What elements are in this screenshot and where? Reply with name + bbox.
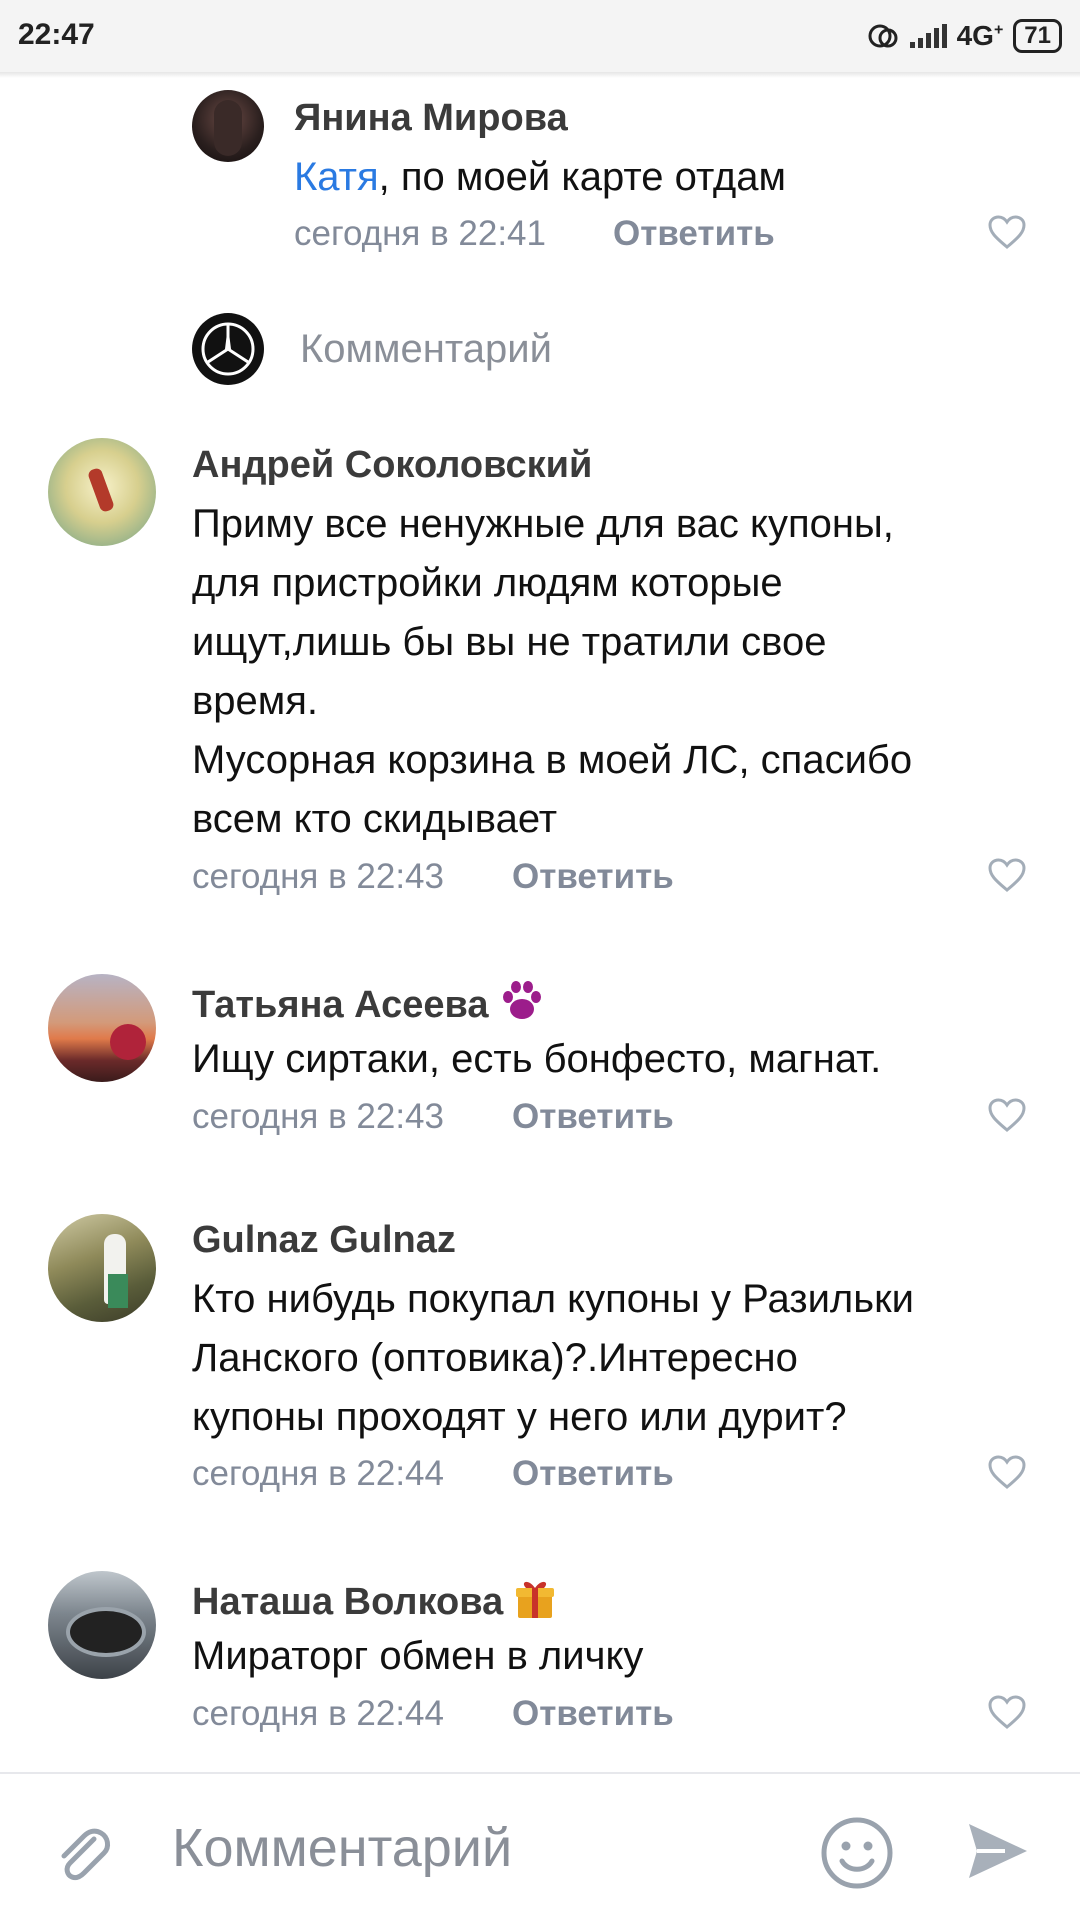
avatar[interactable] — [48, 1214, 156, 1322]
comment-text: Кто нибудь покупал купоны у Разильки Лан… — [192, 1277, 914, 1439]
reply-button[interactable]: Ответить — [512, 1694, 674, 1734]
avatar[interactable] — [192, 90, 264, 162]
reply-button[interactable]: Ответить — [613, 214, 775, 254]
avatar[interactable] — [48, 438, 156, 546]
comment-author[interactable]: Gulnaz Gulnaz — [192, 1219, 456, 1262]
like-heart-icon[interactable] — [987, 1097, 1027, 1133]
reply-button[interactable]: Ответить — [512, 857, 674, 897]
reply-button[interactable]: Ответить — [512, 1454, 674, 1494]
mention-link[interactable]: Катя — [294, 155, 379, 199]
gift-icon — [515, 1581, 554, 1618]
reply-comment-input[interactable]: Комментарий — [300, 327, 552, 372]
header-divider — [0, 72, 1080, 78]
status-bar: 22:47 4G+ 71 — [0, 0, 1080, 72]
emoji-smile-icon[interactable] — [820, 1816, 894, 1890]
like-heart-icon[interactable] — [987, 1694, 1027, 1730]
comment-text: Приму все ненужные для вас купоны, для п… — [192, 502, 913, 841]
avatar[interactable] — [48, 1571, 156, 1679]
star-logo-icon — [201, 322, 255, 376]
like-heart-icon[interactable] — [987, 1454, 1027, 1490]
comment-time: сегодня в 22:41 — [294, 214, 546, 253]
comment-time: сегодня в 22:44 — [192, 1694, 444, 1733]
comment-text: Мираторг обмен в личку — [192, 1634, 644, 1678]
comment-author[interactable]: Андрей Соколовский — [192, 444, 592, 487]
like-heart-icon[interactable] — [987, 857, 1027, 893]
comment-text: Катя, по моей карте отдам — [294, 155, 787, 199]
like-heart-icon[interactable] — [987, 214, 1027, 250]
network-type: 4G+ — [956, 20, 1004, 51]
battery-indicator: 71 — [1013, 19, 1062, 53]
comment-author[interactable]: Наташа Волкова — [192, 1576, 556, 1624]
comment-author[interactable]: Янина Мирова — [294, 97, 568, 140]
status-icons: 4G+ 71 — [866, 16, 1062, 56]
attach-paperclip-icon[interactable] — [48, 1819, 118, 1889]
comment-composer: Комментарий — [0, 1772, 1080, 1922]
comment-author[interactable]: Татьяна Асеева — [192, 979, 545, 1027]
reply-button[interactable]: Ответить — [512, 1097, 674, 1137]
send-icon[interactable] — [965, 1818, 1031, 1884]
my-avatar — [192, 313, 264, 385]
signal-icon — [909, 24, 947, 48]
comment-text: Ищу сиртаки, есть бонфесто, магнат. — [192, 1037, 882, 1081]
comment-input[interactable]: Комментарий — [172, 1817, 512, 1879]
comment-time: сегодня в 22:43 — [192, 1097, 444, 1136]
sync-icon — [868, 24, 898, 48]
paw-icon — [503, 981, 542, 1019]
status-time: 22:47 — [18, 18, 95, 51]
comment-time: сегодня в 22:43 — [192, 857, 444, 896]
avatar[interactable] — [48, 974, 156, 1082]
comment-time: сегодня в 22:44 — [192, 1454, 444, 1493]
